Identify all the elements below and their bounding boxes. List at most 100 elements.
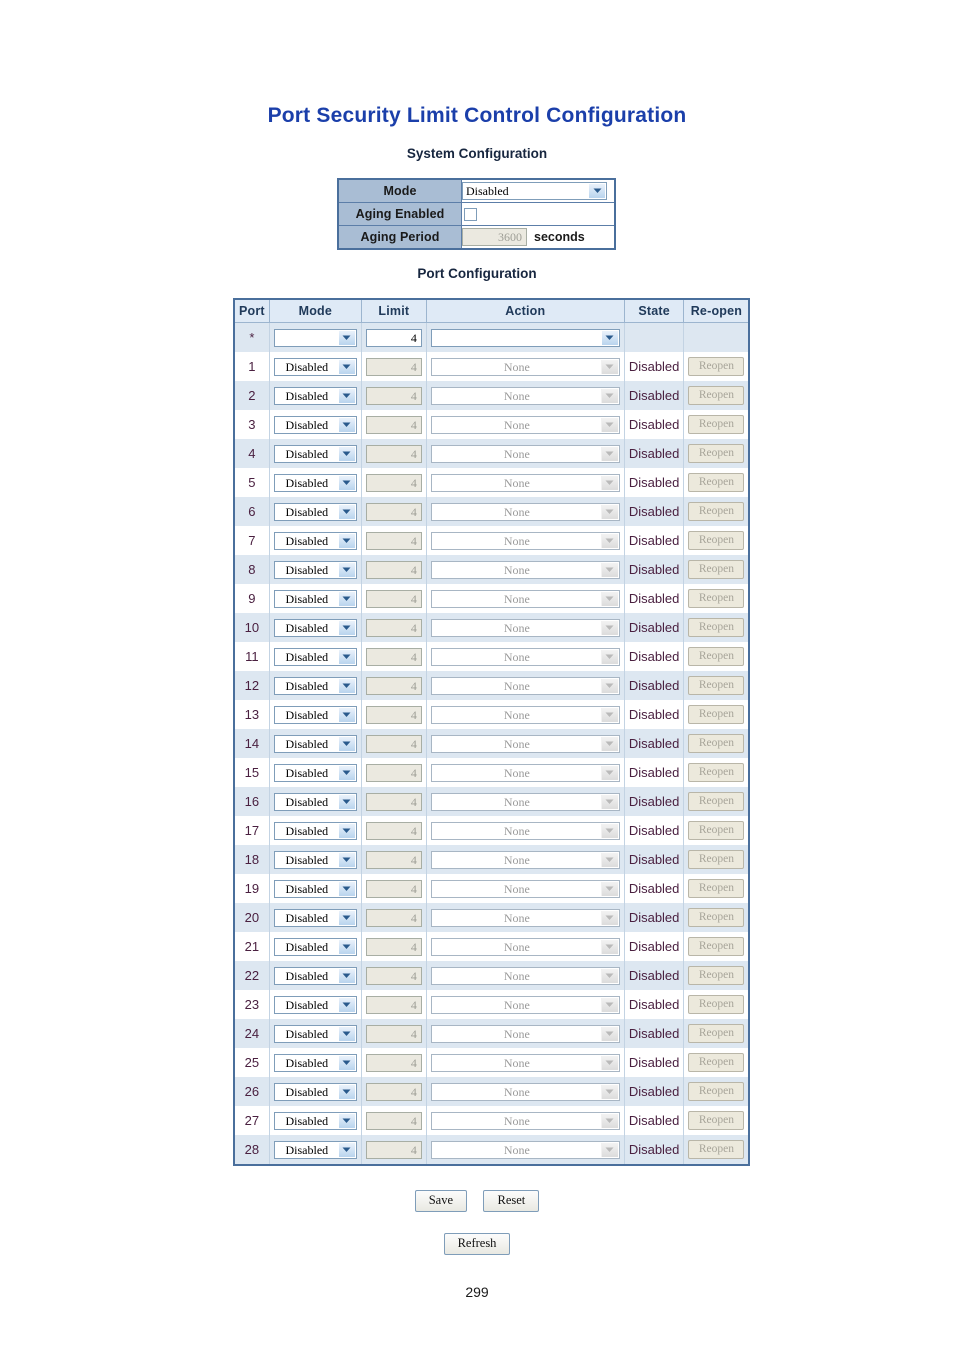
mode-select[interactable]: Disabled — [273, 473, 357, 492]
limit-input[interactable]: 4 — [365, 676, 422, 695]
limit-input[interactable]: 4 — [365, 734, 422, 753]
reopen-button[interactable]: Reopen — [688, 937, 745, 956]
reopen-button[interactable]: Reopen — [688, 995, 745, 1014]
aging-period-input[interactable]: 3600 — [462, 228, 527, 246]
reopen-button[interactable]: Reopen — [688, 1140, 745, 1159]
action-select[interactable]: None — [430, 705, 620, 724]
limit-input[interactable]: 4 — [365, 850, 422, 869]
mode-select[interactable]: Disabled — [273, 995, 357, 1014]
action-select[interactable]: None — [430, 937, 620, 956]
reopen-button[interactable]: Reopen — [688, 1082, 745, 1101]
refresh-button[interactable]: Refresh — [443, 1233, 511, 1255]
action-select[interactable]: None — [430, 1024, 620, 1043]
reopen-button[interactable]: Reopen — [688, 444, 745, 463]
action-select[interactable]: None — [430, 995, 620, 1014]
mode-select[interactable]: Disabled — [273, 850, 357, 869]
mode-select[interactable]: Disabled — [273, 734, 357, 753]
mode-select[interactable]: Disabled — [273, 589, 357, 608]
reopen-button[interactable]: Reopen — [688, 734, 745, 753]
limit-input[interactable]: 4 — [365, 647, 422, 666]
action-select[interactable]: None — [430, 908, 620, 927]
limit-input[interactable]: 4 — [365, 531, 422, 550]
mode-select[interactable]: Disabled — [273, 676, 357, 695]
reopen-button[interactable]: Reopen — [688, 502, 745, 521]
limit-input[interactable]: 4 — [365, 821, 422, 840]
reopen-button[interactable]: Reopen — [688, 618, 745, 637]
action-select[interactable]: None — [430, 763, 620, 782]
mode-select[interactable]: Disabled — [273, 415, 357, 434]
action-select[interactable]: None — [430, 879, 620, 898]
limit-input[interactable]: 4 — [365, 792, 422, 811]
reopen-button[interactable]: Reopen — [688, 531, 745, 550]
action-select[interactable]: None — [430, 502, 620, 521]
mode-select[interactable]: Disabled — [273, 618, 357, 637]
reopen-button[interactable]: Reopen — [688, 1053, 745, 1072]
limit-input[interactable]: 4 — [365, 589, 422, 608]
limit-input[interactable]: 4 — [365, 705, 422, 724]
action-select[interactable]: None — [430, 792, 620, 811]
limit-input[interactable]: 4 — [365, 1111, 422, 1130]
reopen-button[interactable]: Reopen — [688, 908, 745, 927]
limit-input[interactable]: 4 — [365, 386, 422, 405]
limit-input[interactable]: 4 — [365, 937, 422, 956]
limit-input[interactable]: 4 — [365, 473, 422, 492]
limit-input[interactable]: 4 — [365, 618, 422, 637]
limit-input[interactable]: 4 — [365, 908, 422, 927]
reopen-button[interactable]: Reopen — [688, 1024, 745, 1043]
action-select[interactable]: None — [430, 850, 620, 869]
action-select[interactable]: None — [430, 966, 620, 985]
action-select[interactable]: None — [430, 647, 620, 666]
action-select[interactable]: None — [430, 821, 620, 840]
action-select[interactable]: None — [430, 560, 620, 579]
action-select[interactable]: None — [430, 734, 620, 753]
reopen-button[interactable]: Reopen — [688, 763, 745, 782]
reopen-button[interactable]: Reopen — [688, 676, 745, 695]
reopen-button[interactable]: Reopen — [688, 821, 745, 840]
mode-select[interactable]: Disabled — [273, 966, 357, 985]
mode-select[interactable]: Disabled — [273, 1111, 357, 1130]
action-select[interactable]: None — [430, 473, 620, 492]
reopen-button[interactable]: Reopen — [688, 966, 745, 985]
mode-select[interactable]: Disabled — [273, 792, 357, 811]
action-select[interactable]: None — [430, 1140, 620, 1159]
action-select[interactable]: None — [430, 357, 620, 376]
reopen-button[interactable]: Reopen — [688, 415, 745, 434]
action-select[interactable]: None — [430, 444, 620, 463]
action-select[interactable]: None — [430, 531, 620, 550]
action-select[interactable]: None — [430, 618, 620, 637]
mode-select[interactable]: Disabled — [273, 386, 357, 405]
mode-select[interactable]: Disabled — [273, 821, 357, 840]
reopen-button[interactable]: Reopen — [688, 560, 745, 579]
action-select[interactable]: None — [430, 676, 620, 695]
reopen-button[interactable]: Reopen — [688, 357, 745, 376]
limit-input[interactable]: 4 — [365, 1082, 422, 1101]
action-select[interactable]: None — [430, 386, 620, 405]
limit-input[interactable]: 4 — [365, 763, 422, 782]
reset-button[interactable]: Reset — [483, 1190, 540, 1212]
aging-enabled-checkbox[interactable] — [464, 208, 477, 221]
action-select-all[interactable] — [430, 328, 620, 347]
mode-select[interactable]: Disabled — [273, 763, 357, 782]
limit-input[interactable]: 4 — [365, 995, 422, 1014]
limit-input[interactable]: 4 — [365, 1053, 422, 1072]
action-select[interactable]: None — [430, 415, 620, 434]
reopen-button[interactable]: Reopen — [688, 386, 745, 405]
limit-input[interactable]: 4 — [365, 502, 422, 521]
limit-input[interactable]: 4 — [365, 444, 422, 463]
mode-select[interactable]: Disabled — [273, 705, 357, 724]
save-button[interactable]: Save — [414, 1190, 468, 1212]
limit-input[interactable]: 4 — [365, 966, 422, 985]
mode-select[interactable]: Disabled — [273, 1024, 357, 1043]
limit-input[interactable]: 4 — [365, 560, 422, 579]
mode-select[interactable]: Disabled — [273, 531, 357, 550]
reopen-button[interactable]: Reopen — [688, 705, 745, 724]
action-select[interactable]: None — [430, 589, 620, 608]
reopen-button[interactable]: Reopen — [688, 589, 745, 608]
limit-input[interactable]: 4 — [365, 1024, 422, 1043]
mode-select[interactable]: Disabled — [273, 647, 357, 666]
reopen-button[interactable]: Reopen — [688, 792, 745, 811]
mode-select-all[interactable] — [273, 328, 357, 347]
mode-select[interactable]: Disabled — [273, 444, 357, 463]
action-select[interactable]: None — [430, 1053, 620, 1072]
limit-input[interactable]: 4 — [365, 1140, 422, 1159]
